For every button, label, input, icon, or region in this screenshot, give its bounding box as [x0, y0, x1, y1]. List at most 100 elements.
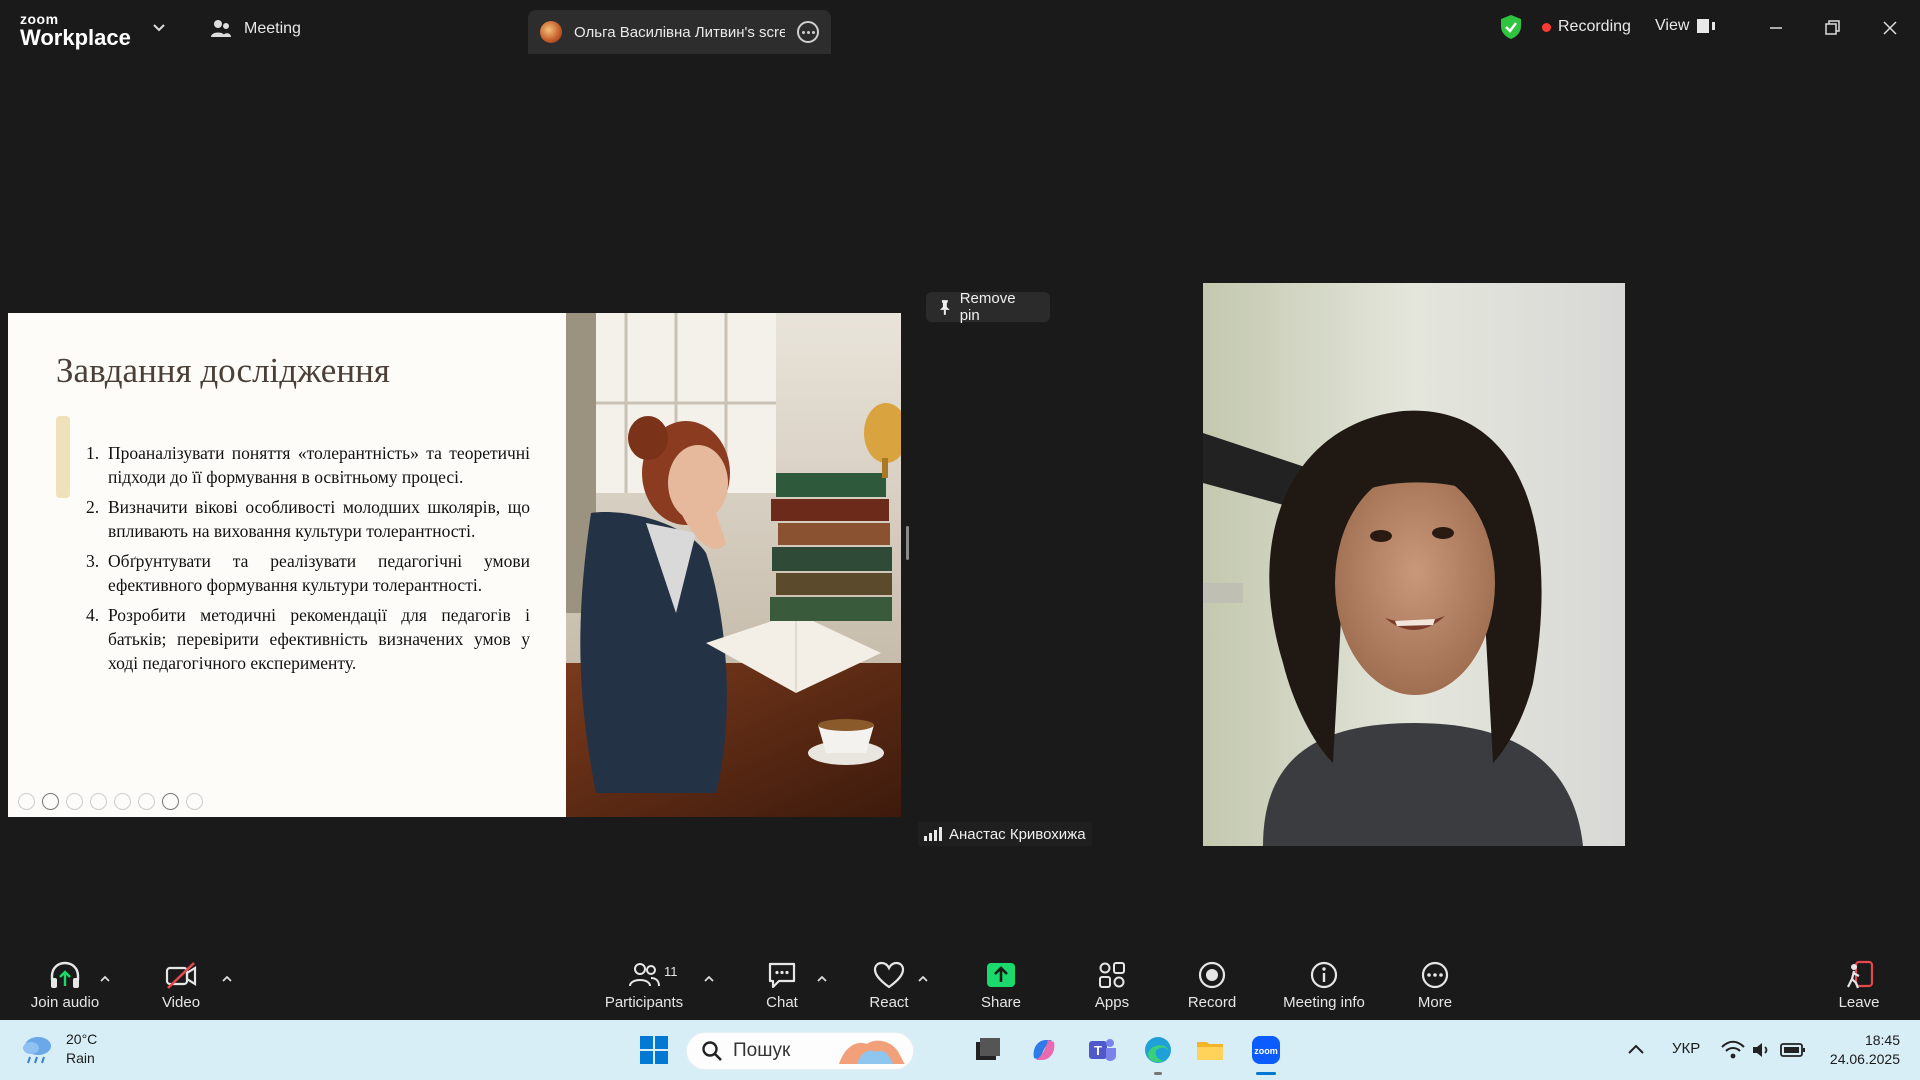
rain-cloud-icon [23, 1037, 51, 1064]
slides-grid-icon[interactable] [90, 793, 107, 810]
edge-icon[interactable] [1142, 1034, 1174, 1066]
active-app-indicator [1256, 1072, 1276, 1075]
svg-text:zoom: zoom [1254, 1046, 1278, 1056]
share-label: Share [980, 994, 1022, 1011]
zoom-logo: zoom Workplace [20, 12, 131, 49]
slide-navigation-toolbar [18, 793, 203, 810]
share-screen-icon [987, 963, 1015, 987]
search-highlight-image [839, 1040, 905, 1064]
list-item: 1. Проаналізувати поняття «толерантність… [86, 441, 530, 489]
chevron-up-icon[interactable] [702, 972, 716, 986]
restore-icon[interactable] [1818, 14, 1846, 42]
list-item: 4. Розробити методичні рекомендації для … [86, 603, 530, 675]
recording-label: Recording [1558, 18, 1631, 35]
chat-button[interactable]: Chat [752, 960, 812, 1011]
chevron-down-icon[interactable] [150, 18, 168, 36]
recording-indicator[interactable]: Recording [1542, 17, 1631, 37]
react-button[interactable]: React [858, 960, 920, 1011]
chevron-up-icon[interactable] [916, 972, 930, 986]
view-button[interactable]: View [1655, 17, 1716, 35]
chevron-up-icon[interactable] [98, 972, 112, 986]
windows-taskbar: 20°C Rain Пошук T zoom УКР 18:45 24.06.2… [0, 1020, 1920, 1080]
chevron-up-icon[interactable] [220, 972, 234, 986]
remove-pin-button[interactable]: Remove pin [926, 290, 1050, 324]
slide-title: Завдання дослідження [56, 351, 390, 390]
clock-date: 24.06.2025 [1829, 1051, 1900, 1067]
teams-icon[interactable]: T [1086, 1034, 1118, 1066]
apps-button[interactable]: Apps [1082, 960, 1142, 1011]
task-view-icon[interactable] [972, 1034, 1004, 1066]
leave-label: Leave [1838, 994, 1880, 1011]
list-item-number: 2. [86, 497, 100, 517]
more-label: More [1417, 994, 1453, 1011]
list-item-text: Розробити методичні рекомендації для пед… [108, 605, 530, 673]
react-label: React [869, 994, 909, 1011]
slide-illustration-woman-reading [566, 313, 901, 817]
pen-icon[interactable] [66, 793, 83, 810]
windows-start-icon[interactable] [638, 1034, 670, 1066]
system-clock[interactable]: 18:45 24.06.2025 [1820, 1031, 1900, 1069]
more-icon[interactable] [186, 793, 203, 810]
chevron-up-icon[interactable] [815, 972, 829, 986]
volume-icon[interactable] [1750, 1038, 1774, 1062]
camera-icon[interactable] [162, 793, 179, 810]
next-slide-icon[interactable] [42, 793, 59, 810]
join-audio-label: Join audio [30, 994, 100, 1011]
taskbar-search[interactable]: Пошук [686, 1032, 914, 1070]
participants-count: 11 [664, 964, 678, 979]
subtitles-icon[interactable] [138, 793, 155, 810]
battery-icon[interactable] [1780, 1040, 1806, 1060]
svg-text:T: T [1094, 1043, 1102, 1058]
chevron-up-icon[interactable] [1624, 1038, 1648, 1062]
panel-resize-handle[interactable] [906, 526, 909, 560]
heart-icon [873, 961, 905, 989]
logo-zoom-text: zoom [20, 11, 59, 27]
headphones-icon [50, 961, 80, 988]
more-icon [1421, 961, 1449, 989]
list-item-number: 1. [86, 443, 100, 463]
screen-share-tab-label: Ольга Василівна Литвин's screen share [574, 23, 785, 41]
participant-video-tile[interactable] [1203, 283, 1625, 846]
leave-button[interactable]: Leave [1830, 960, 1888, 1011]
edge-running-indicator [1154, 1072, 1162, 1075]
participants-label: Participants [604, 994, 684, 1011]
weather-widget[interactable]: 20°C Rain [20, 1030, 97, 1068]
language-indicator[interactable]: УКР [1672, 1040, 1700, 1057]
info-icon [1310, 961, 1338, 989]
share-button[interactable]: Share [970, 960, 1032, 1011]
meeting-info-button[interactable]: Meeting info [1276, 960, 1372, 1011]
meeting-stage: Завдання дослідження 1. Проаналізувати п… [0, 56, 1920, 952]
pin-icon [939, 300, 950, 315]
file-explorer-icon[interactable] [1194, 1034, 1226, 1066]
wifi-icon[interactable] [1720, 1038, 1746, 1062]
list-item: 2. Визначити вікові особливості молодших… [86, 495, 530, 543]
copilot-icon[interactable] [1028, 1034, 1060, 1066]
view-label: View [1655, 17, 1690, 34]
tab-screen-share[interactable]: Ольга Василівна Литвин's screen share [528, 10, 831, 54]
video-label: Video [161, 994, 201, 1011]
minimize-icon[interactable] [1762, 14, 1790, 42]
signal-strength-icon [924, 827, 942, 841]
meeting-toolbar: Join audio Video Participants 11 Chat Re… [0, 952, 1920, 1020]
participant-name-tag: Анастас Кривохижа [918, 822, 1092, 846]
zoom-icon[interactable] [114, 793, 131, 810]
list-item-text: Обґрунтувати та реалізувати педагогічні … [108, 551, 530, 595]
video-off-icon [165, 962, 197, 989]
record-button[interactable]: Record [1180, 960, 1244, 1011]
video-button[interactable]: Video [150, 960, 212, 1011]
join-audio-button[interactable]: Join audio [24, 960, 106, 1011]
slide-task-list: 1. Проаналізувати поняття «толерантність… [86, 441, 530, 681]
view-layout-icon [1697, 19, 1716, 33]
tab-meeting[interactable]: Meeting [210, 16, 301, 42]
previous-slide-icon[interactable] [18, 793, 35, 810]
zoom-app-icon[interactable]: zoom [1250, 1034, 1282, 1066]
shield-check-icon[interactable] [1499, 14, 1523, 40]
apps-label: Apps [1094, 994, 1130, 1011]
recording-dot-icon [1542, 22, 1551, 32]
apps-icon [1099, 962, 1125, 988]
shared-slide: Завдання дослідження 1. Проаналізувати п… [8, 313, 901, 817]
more-button[interactable]: More [1404, 960, 1466, 1011]
close-icon[interactable] [1876, 14, 1904, 42]
more-options-icon[interactable] [797, 21, 819, 43]
participants-icon [629, 963, 660, 987]
